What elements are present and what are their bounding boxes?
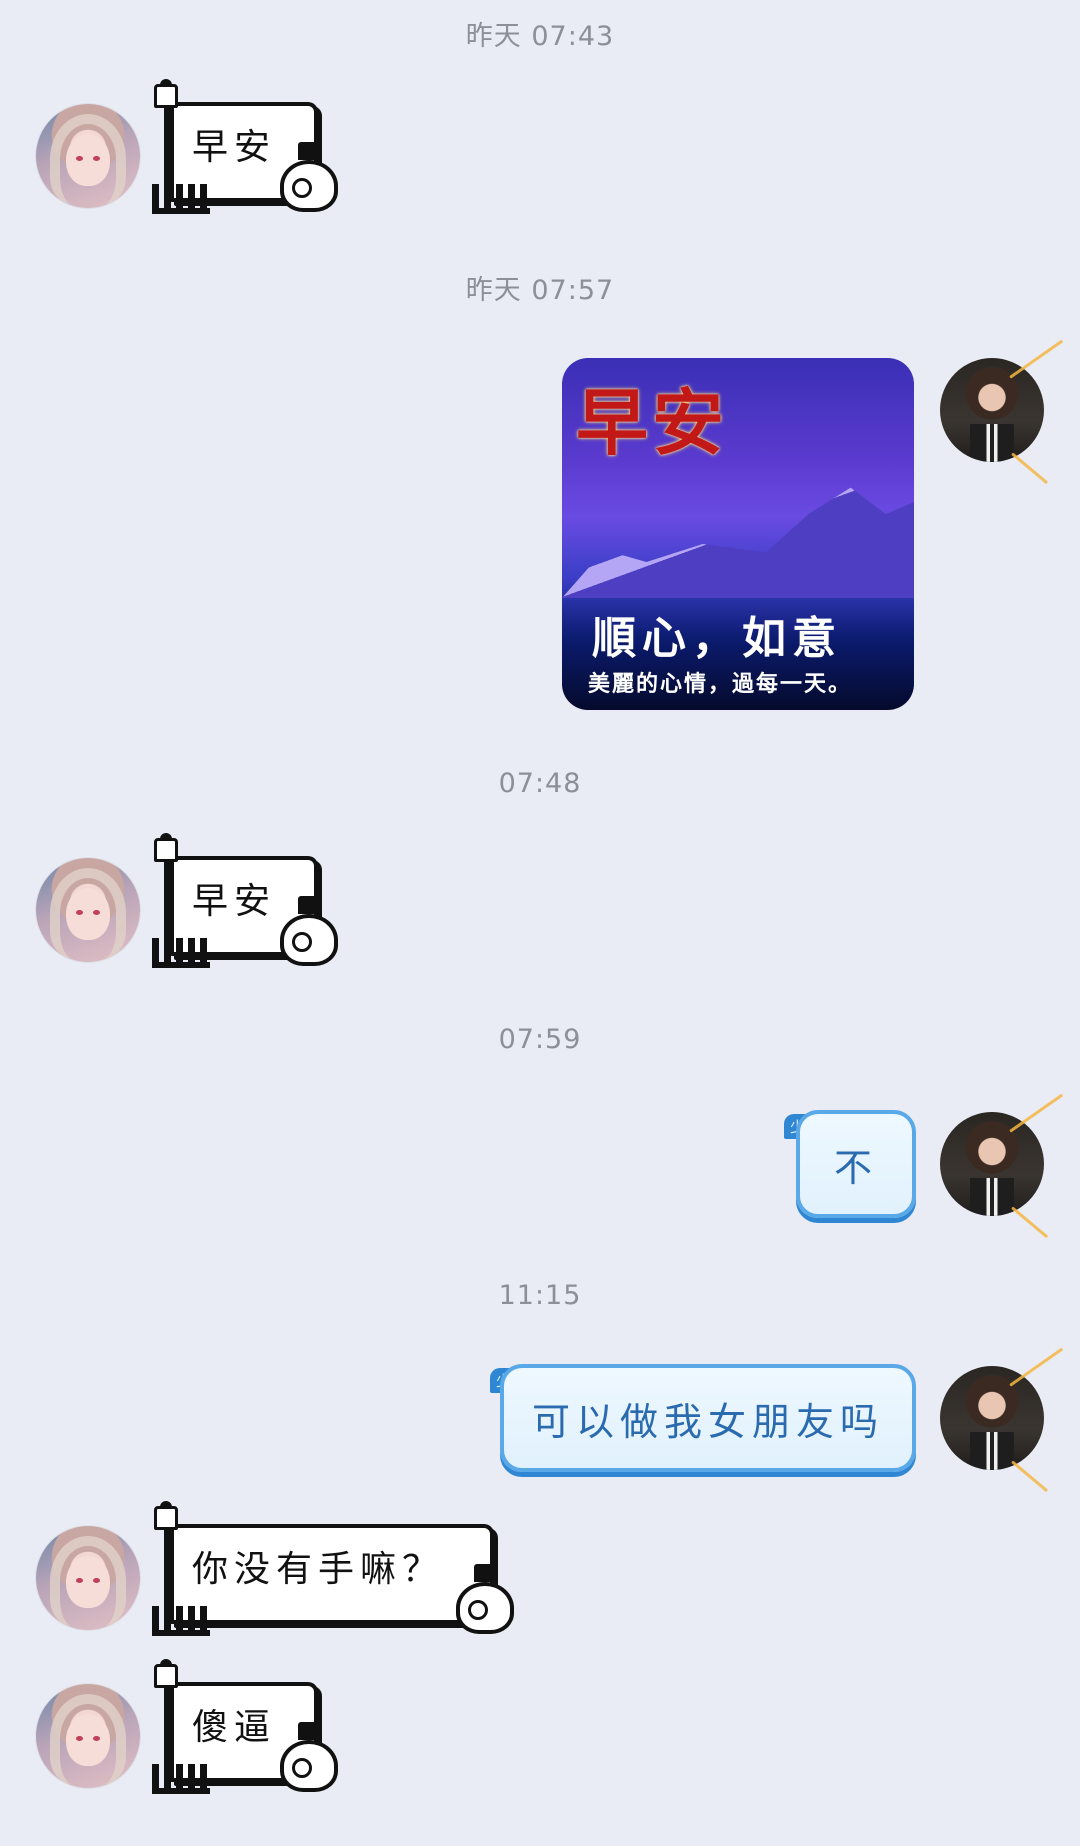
sparkle-decoration bbox=[1009, 1093, 1064, 1133]
timestamp: 07:48 bbox=[498, 768, 582, 799]
timestamp: 昨天 07:57 bbox=[465, 275, 615, 306]
avatar-shirt bbox=[970, 424, 1014, 462]
avatar-shirt bbox=[970, 1178, 1014, 1216]
fence-icon bbox=[152, 938, 210, 968]
contact-avatar[interactable] bbox=[36, 858, 140, 962]
mountain-graphic bbox=[562, 487, 914, 598]
avatar-shirt bbox=[970, 1432, 1014, 1470]
avatar-face bbox=[66, 1556, 110, 1608]
rabbit-icon bbox=[280, 142, 338, 212]
lamp-icon bbox=[154, 833, 178, 862]
sticker-text: 早安 bbox=[192, 127, 277, 168]
sparkle-decoration bbox=[1009, 1347, 1064, 1387]
avatar-face bbox=[66, 1714, 110, 1766]
contact-avatar[interactable] bbox=[36, 1526, 140, 1630]
timestamp: 07:59 bbox=[498, 1024, 582, 1055]
avatar-face bbox=[66, 134, 110, 186]
lamp-icon bbox=[154, 1501, 178, 1530]
user-avatar[interactable] bbox=[940, 1366, 1044, 1470]
sparkle-decoration bbox=[1011, 1460, 1049, 1493]
sparkle-decoration bbox=[1011, 452, 1049, 485]
sticker-message[interactable]: 你没有手嘛？ bbox=[152, 1501, 522, 1636]
contact-avatar[interactable] bbox=[36, 104, 140, 208]
user-avatar[interactable] bbox=[940, 358, 1044, 462]
text-message[interactable]: 不 bbox=[796, 1110, 916, 1218]
fence-icon bbox=[152, 1606, 210, 1636]
contact-avatar[interactable] bbox=[36, 1684, 140, 1788]
fence-icon bbox=[152, 184, 210, 214]
lamp-icon bbox=[154, 1659, 178, 1688]
avatar-face bbox=[66, 888, 110, 940]
image-caption-line1: 順心，如意 bbox=[592, 613, 842, 664]
rabbit-icon bbox=[280, 1722, 338, 1792]
image-title: 早安 bbox=[576, 380, 729, 465]
sticker-message[interactable]: 早安 bbox=[152, 79, 342, 214]
lamp-icon bbox=[154, 79, 178, 108]
timestamp: 11:15 bbox=[498, 1280, 582, 1311]
sticker-text: 你没有手嘛？ bbox=[192, 1549, 445, 1590]
sparkle-decoration bbox=[1009, 339, 1064, 379]
sticker-text: 傻逼 bbox=[192, 1707, 277, 1748]
text-message[interactable]: 可以做我女朋友吗 bbox=[500, 1364, 916, 1472]
rabbit-icon bbox=[456, 1564, 514, 1634]
rabbit-icon bbox=[280, 896, 338, 966]
sticker-message[interactable]: 傻逼 bbox=[152, 1659, 342, 1794]
fence-icon bbox=[152, 1764, 210, 1794]
sparkle-decoration bbox=[1011, 1206, 1049, 1239]
image-caption-line2: 美麗的心情，過每一天。 bbox=[588, 671, 853, 697]
image-message[interactable]: 早安 順心，如意 美麗的心情，過每一天。 bbox=[562, 358, 914, 710]
timestamp: 昨天 07:43 bbox=[465, 21, 615, 52]
sticker-text: 早安 bbox=[192, 881, 277, 922]
user-avatar[interactable] bbox=[940, 1112, 1044, 1216]
sticker-message[interactable]: 早安 bbox=[152, 833, 342, 968]
